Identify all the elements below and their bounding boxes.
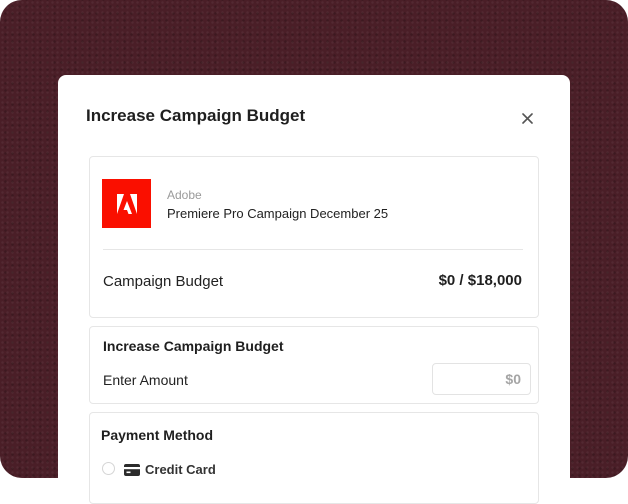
close-icon: [521, 112, 533, 124]
increase-budget-modal: Increase Campaign Budget Adobe Premiere …: [58, 75, 570, 504]
campaign-budget-label: Campaign Budget: [103, 273, 224, 290]
campaign-budget-value: $0 / $18,000: [438, 272, 522, 289]
close-button[interactable]: [514, 105, 540, 131]
amount-input[interactable]: [432, 363, 531, 395]
payment-method-card: Payment Method Credit Card: [89, 412, 539, 504]
campaign-name: Premiere Pro Campaign December 25: [167, 206, 389, 221]
campaign-brand: Adobe: [167, 188, 202, 202]
payment-method-title: Payment Method: [101, 427, 214, 443]
amount-label: Enter Amount: [103, 372, 188, 388]
campaign-summary-card: Adobe Premiere Pro Campaign December 25 …: [89, 156, 539, 318]
divider: [103, 249, 523, 250]
increase-budget-title: Increase Campaign Budget: [103, 338, 284, 354]
credit-card-radio[interactable]: [102, 462, 115, 475]
modal-title: Increase Campaign Budget: [86, 106, 306, 125]
credit-card-label[interactable]: Credit Card: [145, 462, 216, 477]
increase-budget-card: Increase Campaign Budget Enter Amount: [89, 326, 539, 404]
credit-card-icon: [124, 464, 140, 476]
adobe-logo-icon: [102, 179, 151, 228]
